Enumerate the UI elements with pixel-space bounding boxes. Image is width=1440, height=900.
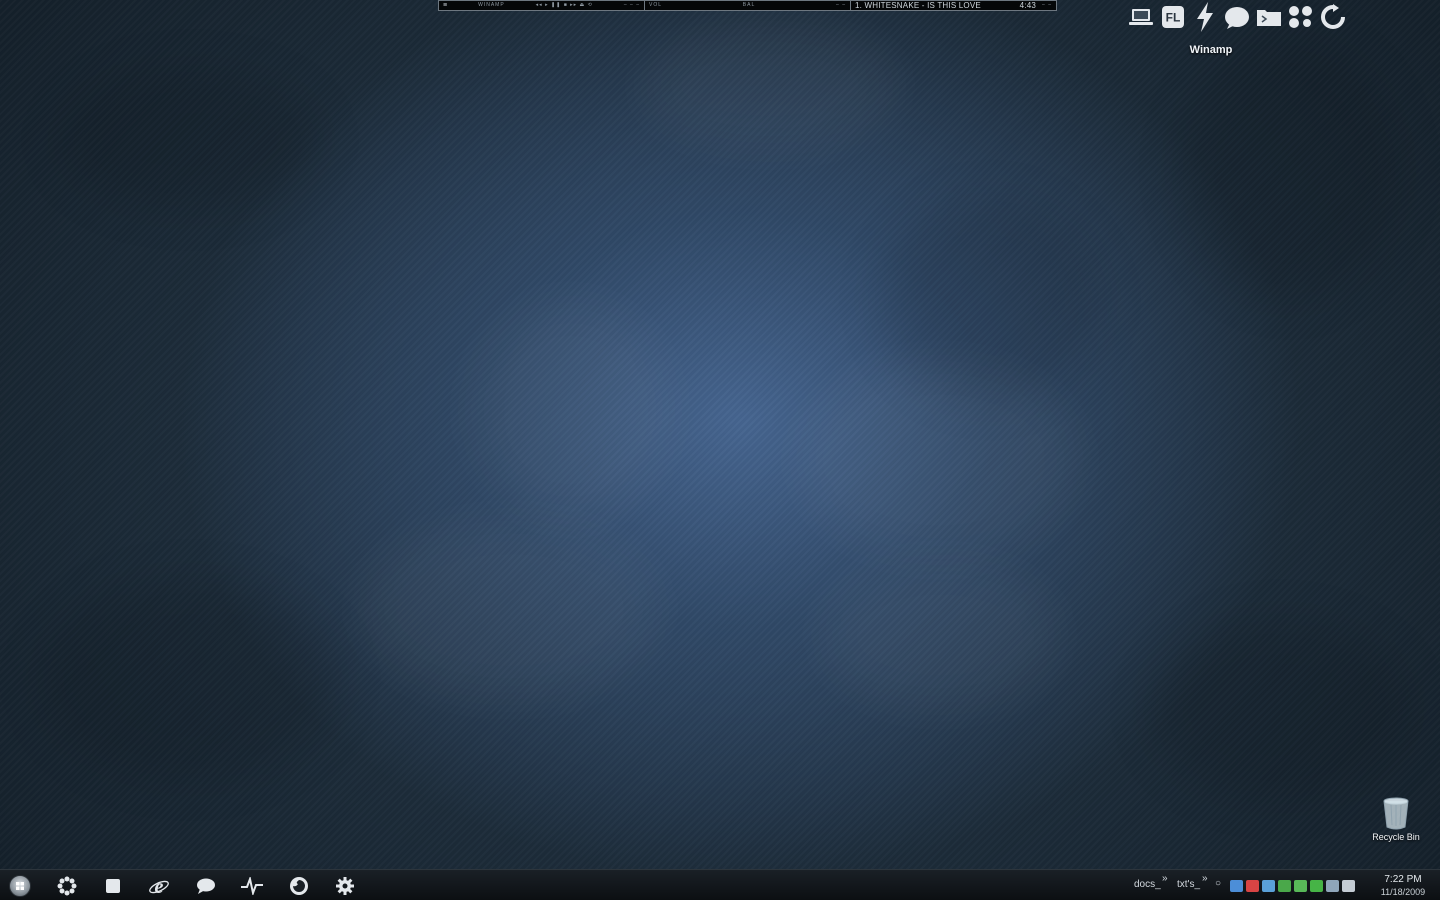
- svg-text:FL: FL: [1166, 11, 1181, 25]
- activity-monitor-icon[interactable]: [240, 874, 264, 898]
- winamp-transport-controls[interactable]: ◂◂ ▸ ❚❚ ■ ▸▸ ⏏ ⟲: [536, 1, 593, 10]
- taskbar-pinwheel-icon[interactable]: [55, 874, 79, 898]
- folder-icon[interactable]: [1256, 2, 1282, 32]
- tray-app-icon-6[interactable]: [1310, 880, 1323, 892]
- top-dock: FL: [1128, 2, 1346, 32]
- settings-gear-icon[interactable]: [333, 874, 357, 898]
- winamp-window-buttons[interactable]: – – –: [624, 1, 640, 10]
- winamp-main-segment[interactable]: ≡ WINAMP ◂◂ ▸ ❚❚ ■ ▸▸ ⏏ ⟲ – – –: [439, 1, 645, 10]
- tray-app-icon-4[interactable]: [1278, 880, 1291, 892]
- toolbar-txts[interactable]: txt's_: [1177, 879, 1200, 890]
- winamp-bolt-icon[interactable]: [1192, 2, 1218, 32]
- start-button[interactable]: [9, 875, 31, 897]
- clock-date: 11/18/2009: [1380, 887, 1426, 897]
- network-tray-icon[interactable]: [1326, 880, 1339, 892]
- system-tray: [1230, 880, 1355, 892]
- laptop-icon[interactable]: [1128, 2, 1154, 32]
- winamp-volume-segment[interactable]: VOL BAL – –: [645, 1, 851, 10]
- winamp-mini-player[interactable]: ≡ WINAMP ◂◂ ▸ ❚❚ ■ ▸▸ ⏏ ⟲ – – – VOL BAL …: [438, 0, 1057, 11]
- taskbar-clock[interactable]: 7:22 PM 11/18/2009: [1372, 874, 1434, 898]
- internet-explorer-icon[interactable]: e: [147, 874, 171, 898]
- svg-text:e: e: [155, 876, 164, 897]
- winamp-menu-button[interactable]: ≡: [443, 1, 447, 10]
- recycle-bin[interactable]: Recycle Bin: [1368, 796, 1424, 842]
- chat-bubble-icon[interactable]: [1224, 2, 1250, 32]
- toolbar-txts-chevron[interactable]: »: [1202, 873, 1208, 884]
- clock-time: 7:22 PM: [1384, 874, 1422, 885]
- tray-app-icon-2[interactable]: [1246, 880, 1259, 892]
- volume-label: VOL: [649, 2, 663, 8]
- recycle-bin-label: Recycle Bin: [1372, 832, 1420, 842]
- balance-label: BAL: [742, 2, 756, 8]
- now-playing-track: 1. WHITESNAKE - IS THIS LOVE: [855, 1, 981, 10]
- tray-app-icon-1[interactable]: [1230, 880, 1243, 892]
- toolbar-docs[interactable]: docs_: [1134, 879, 1161, 890]
- refresh-icon[interactable]: [1320, 2, 1346, 32]
- tray-app-icon-5[interactable]: [1294, 880, 1307, 892]
- tray-circle-icon[interactable]: ○: [1215, 878, 1221, 889]
- winamp-title: WINAMP: [478, 2, 505, 8]
- taskbar: e docs_ » txt's_ » ○ 7:22 PM 11/18/2009: [0, 869, 1440, 900]
- winamp-playlist-buttons[interactable]: – –: [1042, 1, 1052, 10]
- recycle-bin-icon: [1383, 797, 1409, 830]
- volume-tray-icon[interactable]: [1342, 880, 1355, 892]
- toolbar-docs-chevron[interactable]: »: [1162, 873, 1168, 884]
- firefox-icon[interactable]: [287, 874, 311, 898]
- fl-studio-icon[interactable]: FL: [1160, 2, 1186, 32]
- winamp-eq-buttons[interactable]: – –: [836, 1, 846, 10]
- tray-app-icon-3[interactable]: [1262, 880, 1275, 892]
- windows-logo-icon: [16, 882, 24, 890]
- track-time: 4:43: [1019, 1, 1037, 10]
- network-icon[interactable]: [1288, 2, 1314, 32]
- winamp-playlist-segment[interactable]: 1. WHITESNAKE - IS THIS LOVE 4:43 – –: [851, 1, 1056, 10]
- dock-hover-label: Winamp: [1189, 44, 1233, 56]
- messenger-icon[interactable]: [194, 874, 218, 898]
- taskbar-window-icon[interactable]: [101, 874, 125, 898]
